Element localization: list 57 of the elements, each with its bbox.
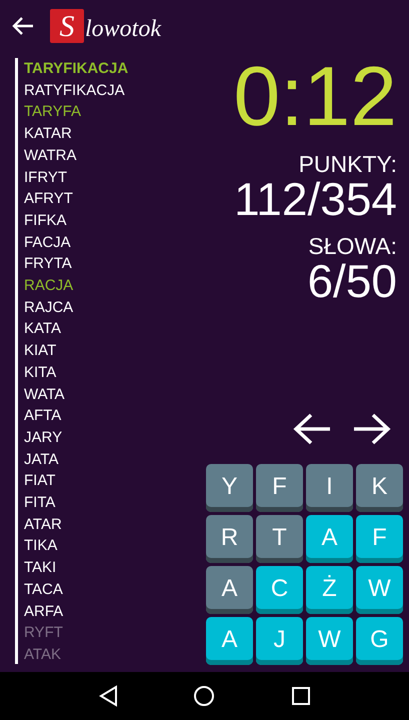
word-entry: TAKI [24,558,58,578]
letter-tile[interactable]: R [206,515,253,563]
word-entry: KATAR [24,124,73,144]
word-entry: KITA [24,362,58,383]
letter-tile[interactable]: W [356,566,403,614]
back-nav-icon[interactable] [98,685,118,707]
words-label: SŁOWA: [308,234,397,258]
home-nav-icon[interactable] [193,685,216,707]
letter-tile[interactable]: W [306,617,353,665]
word-entry: KATA [24,319,62,340]
letter-tile[interactable]: K [356,464,403,512]
word-entry: ATAK [24,644,62,664]
letter-tile[interactable]: F [256,464,303,512]
right-arrow-icon[interactable] [353,412,391,446]
word-entry: FITA [24,493,56,514]
points-label: PUNKTY: [298,152,397,176]
word-entry: RAJCA [24,298,74,318]
logo-text: lowotok [85,17,161,41]
letter-tile[interactable]: A [206,617,253,665]
letter-tile[interactable]: F [356,515,403,563]
word-entry: FRYTA [24,254,73,274]
letter-tile[interactable]: J [256,617,303,665]
word-entry: WATRA [24,146,78,166]
word-entry: WATA [24,384,66,405]
letter-tile[interactable]: T [256,515,303,563]
letter-tile[interactable]: I [306,464,353,512]
word-entry: RATYFIKACJA [24,80,126,101]
word-entry: FIAT [24,471,56,492]
word-entry: ARFA [24,602,64,622]
letter-tile[interactable]: A [306,515,353,563]
word-entry: TARYFA [24,102,82,122]
word-entry: TACA [24,580,64,600]
letter-tile[interactable]: A [206,566,253,614]
word-entry: JATA [24,450,60,470]
timer: 0:12 [234,54,397,138]
word-entry: TIKA [24,536,58,556]
points-value: 112/354 [234,176,397,222]
word-entry: JARY [24,428,64,448]
word-entry: ATAR [24,514,63,535]
logo-initial: S [50,9,84,43]
left-arrow-icon[interactable] [293,412,331,446]
words-value: 6/50 [307,258,397,304]
word-entry: AFRYT [24,189,74,210]
word-entry: AFTA [24,406,62,426]
word-entry: RYFT [24,623,64,644]
word-entry: FIFKA [24,210,68,231]
word-entry: FACJA [24,232,72,253]
letter-tile[interactable]: Ż [306,566,353,614]
back-arrow-icon[interactable] [12,16,34,36]
recents-nav-icon[interactable] [291,686,312,706]
word-entry: IFRYT [24,168,68,188]
word-entry: KIAT [24,341,58,362]
letter-tile[interactable]: C [256,566,303,614]
letter-tile[interactable]: G [356,617,403,665]
word-entry: RACJA [24,276,74,296]
word-entry: TARYFIKACJA [24,59,130,79]
letter-tile[interactable]: Y [206,464,253,512]
